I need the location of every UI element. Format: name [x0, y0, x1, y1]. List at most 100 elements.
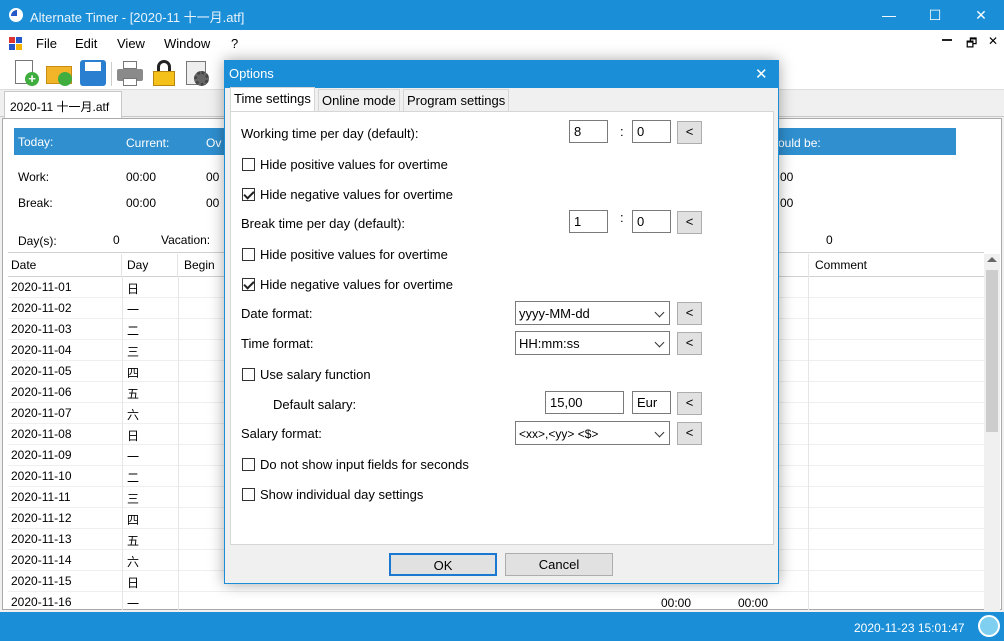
mdi-close-icon[interactable]: ✕	[988, 34, 998, 48]
day-cell: 五	[127, 534, 140, 548]
date-cell: 2020-11-04	[11, 343, 72, 357]
maximize-button[interactable]: ☐	[912, 0, 958, 30]
hide-positive-checkbox-1[interactable]	[242, 158, 255, 171]
chevron-down-icon	[654, 307, 665, 318]
no-seconds-label: Do not show input fields for seconds	[260, 457, 469, 472]
ok-button[interactable]: OK	[389, 553, 497, 576]
days-label: Day(s):	[18, 234, 57, 248]
break-hours-input[interactable]: 1	[569, 210, 608, 233]
salary-function-checkbox[interactable]	[242, 368, 255, 381]
salary-format-select[interactable]: <xx>,<yy> <$>	[515, 421, 670, 445]
salary-format-reset-button[interactable]: <	[677, 422, 702, 445]
date-format-reset-button[interactable]: <	[677, 302, 702, 325]
time-format-value: HH:mm:ss	[519, 336, 580, 351]
working-hours-input[interactable]: 8	[569, 120, 608, 143]
currency-input[interactable]: Eur	[632, 391, 671, 414]
mdi-minimize-icon[interactable]	[942, 39, 952, 48]
menu-window[interactable]: Window	[164, 36, 210, 51]
mdi-restore-icon[interactable]: 🗗	[966, 34, 977, 55]
table-row[interactable]: 2020-11-16 一	[8, 592, 984, 613]
date-cell: 2020-11-06	[11, 385, 72, 399]
vacation-label: Vacation:	[161, 233, 211, 247]
open-folder-icon[interactable]	[45, 59, 73, 87]
today-label: Today:	[18, 135, 54, 149]
menu-edit[interactable]: Edit	[75, 36, 97, 51]
hide-negative-checkbox-1[interactable]	[242, 188, 255, 201]
summary-right-value: 0	[826, 233, 833, 247]
date-cell: 2020-11-10	[11, 469, 72, 483]
date-cell: 2020-11-14	[11, 553, 72, 567]
options-dialog: Options ✕ Time settings Online mode Prog…	[224, 60, 779, 584]
time-format-select[interactable]: HH:mm:ss	[515, 331, 670, 355]
date-cell: 2020-11-16	[11, 595, 72, 609]
working-time-reset-button[interactable]: <	[677, 121, 702, 144]
menu-view[interactable]: View	[117, 36, 145, 51]
should-be-label: ould be:	[778, 136, 821, 150]
day-cell: 一	[127, 303, 140, 317]
last-row-value-1: 00:00	[661, 596, 692, 610]
date-cell: 2020-11-12	[11, 511, 72, 525]
scroll-up-arrow-icon[interactable]	[987, 257, 997, 262]
salary-reset-button[interactable]: <	[677, 392, 702, 415]
hide-positive-checkbox-2[interactable]	[242, 248, 255, 261]
column-header-date[interactable]: Date	[8, 254, 122, 276]
minimize-button[interactable]: —	[866, 0, 912, 30]
day-cell: 日	[127, 429, 140, 443]
status-datetime: 2020-11-23 15:01:47	[854, 621, 965, 635]
dialog-title: Options	[229, 66, 274, 81]
date-format-select[interactable]: yyyy-MM-dd	[515, 301, 670, 325]
window-title: Alternate Timer - [2020-11 十一月.atf]	[30, 10, 245, 25]
date-format-label: Date format:	[241, 306, 313, 321]
scrollbar-thumb[interactable]	[986, 270, 998, 432]
individual-day-checkbox[interactable]	[242, 488, 255, 501]
mdi-app-icon[interactable]	[9, 37, 23, 50]
title-bar: Alternate Timer - [2020-11 十一月.atf] — ☐ …	[0, 0, 1004, 30]
day-cell: 六	[127, 408, 140, 422]
current-label: Current:	[126, 136, 170, 150]
column-header-day[interactable]: Day	[122, 254, 178, 276]
break-minutes-input[interactable]: 0	[632, 210, 671, 233]
default-salary-input[interactable]: 15,00	[545, 391, 624, 414]
save-icon[interactable]	[79, 59, 107, 87]
dialog-close-icon[interactable]: ✕	[755, 65, 768, 83]
day-cell: 日	[127, 576, 140, 590]
tab-program-settings[interactable]: Program settings	[403, 89, 510, 112]
column-header-begin[interactable]: Begin	[178, 254, 228, 276]
working-time-label: Working time per day (default):	[241, 126, 419, 141]
day-cell: 四	[127, 513, 140, 527]
hide-positive-label-1: Hide positive values for overtime	[260, 157, 448, 172]
tab-online-mode[interactable]: Online mode	[318, 89, 400, 112]
cancel-button[interactable]: Cancel	[505, 553, 613, 576]
menu-file[interactable]: File	[36, 36, 57, 51]
day-cell: 一	[127, 597, 140, 611]
break-overtime-value: 00	[206, 196, 220, 210]
close-button[interactable]: ✕	[958, 0, 1004, 30]
settings-icon[interactable]	[184, 59, 212, 87]
time-format-label: Time format:	[241, 336, 314, 351]
time-format-reset-button[interactable]: <	[677, 332, 702, 355]
working-minutes-input[interactable]: 0	[632, 120, 671, 143]
break-should-value: 00	[780, 196, 794, 210]
break-time-reset-button[interactable]: <	[677, 211, 702, 234]
app-clock-icon	[9, 8, 23, 22]
work-current-value: 00:00	[126, 170, 157, 184]
no-seconds-checkbox[interactable]	[242, 458, 255, 471]
print-icon[interactable]	[116, 59, 144, 87]
last-row-value-2: 00:00	[738, 596, 769, 610]
menu-help[interactable]: ?	[231, 36, 238, 51]
document-tab[interactable]: 2020-11 十一月.atf	[4, 91, 122, 118]
individual-day-label: Show individual day settings	[260, 487, 424, 502]
day-cell: 二	[127, 324, 140, 338]
lock-icon[interactable]	[150, 59, 178, 87]
day-cell: 一	[127, 450, 140, 464]
date-cell: 2020-11-03	[11, 322, 72, 336]
date-format-value: yyyy-MM-dd	[519, 306, 590, 321]
overtime-label: Ov	[206, 136, 222, 150]
globe-icon[interactable]	[978, 615, 1000, 637]
hide-negative-checkbox-2[interactable]	[242, 278, 255, 291]
break-current-value: 00:00	[126, 196, 157, 210]
tab-time-settings[interactable]: Time settings	[230, 87, 315, 112]
column-header-comment[interactable]: Comment	[808, 254, 958, 276]
day-cell: 日	[127, 282, 140, 296]
new-file-icon[interactable]: +	[12, 59, 40, 87]
